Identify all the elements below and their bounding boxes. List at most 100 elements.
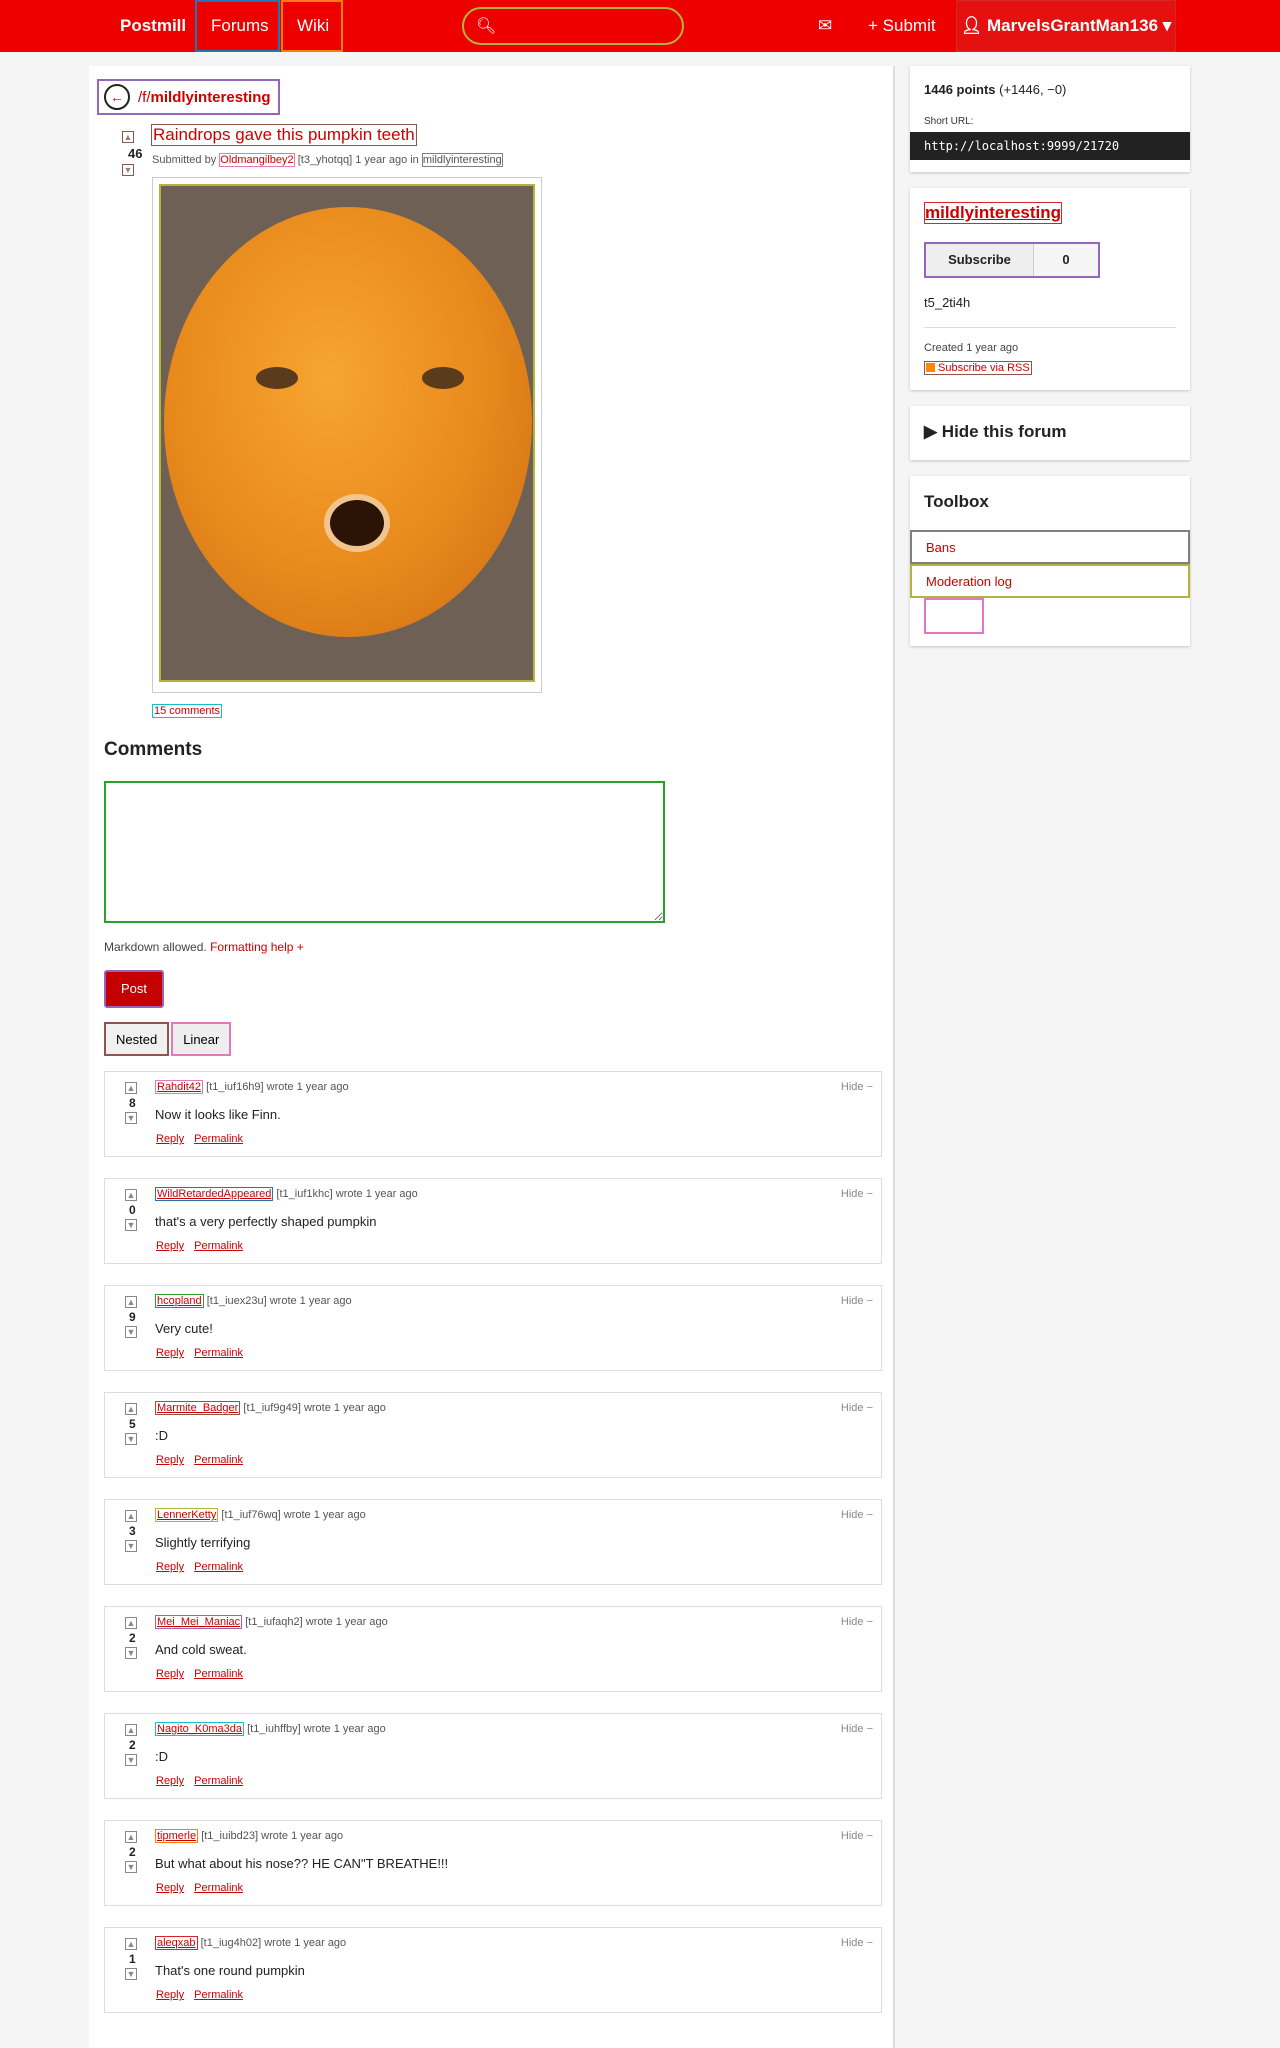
comment-reply-link[interactable]: Reply <box>155 1775 185 1787</box>
post-meta: Submitted by Oldmangilbey2 [t3_yhotqq] 1… <box>152 153 503 167</box>
comment-downvote-icon[interactable]: ▼ <box>125 1647 137 1659</box>
post-title-link[interactable]: Raindrops gave this pumpkin teeth <box>151 124 417 146</box>
hide-forum-toggle[interactable]: ▶ Hide this forum <box>924 422 1066 442</box>
comment-author-link[interactable]: Rahdit42 <box>155 1080 204 1094</box>
comment-hide-link[interactable]: Hide − <box>841 1937 873 1949</box>
bans-link[interactable]: Bans <box>910 530 1190 564</box>
comment-textarea[interactable] <box>104 781 665 923</box>
comment-permalink[interactable]: Permalink <box>193 1347 244 1359</box>
comment-actions: Reply Permalink <box>155 1240 252 1252</box>
moderation-log-link[interactable]: Moderation log <box>910 564 1190 598</box>
nav-wiki-link[interactable]: Wiki <box>281 0 343 52</box>
comment-upvote-icon[interactable]: ▲ <box>125 1831 137 1843</box>
comment-hide-link[interactable]: Hide − <box>841 1509 873 1521</box>
comment-hide-link[interactable]: Hide − <box>841 1402 873 1414</box>
comment-reply-link[interactable]: Reply <box>155 1454 185 1466</box>
user-menu-button[interactable]: 👤︎ MarvelsGrantMan136 ▾ <box>956 0 1176 52</box>
comment-author-link[interactable]: LennerKetty <box>155 1508 219 1522</box>
nav-forums-link[interactable]: Forums <box>195 0 280 52</box>
comment-reply-link[interactable]: Reply <box>155 1347 185 1359</box>
comment: ▲ 9 ▼ hcopland [t1_iuex23u] wrote 1 year ag… <box>104 1285 882 1371</box>
comment-hide-link[interactable]: Hide − <box>841 1295 873 1307</box>
sidebar-forum-link[interactable]: mildlyinteresting <box>924 202 1063 224</box>
comments-count-link[interactable]: 15 comments <box>152 704 223 718</box>
rss-subscribe-link[interactable]: Subscribe via RSS <box>924 361 1032 375</box>
comment-reply-link[interactable]: Reply <box>155 1989 185 2001</box>
comment-hide-link[interactable]: Hide − <box>841 1723 873 1735</box>
plus-icon: + <box>868 16 883 35</box>
comment-downvote-icon[interactable]: ▼ <box>125 1326 137 1338</box>
post-author-link[interactable]: Oldmangilbey2 <box>219 153 295 167</box>
post-image-link[interactable] <box>152 177 542 693</box>
comment-author-link[interactable]: hcopland <box>155 1294 204 1308</box>
comment-downvote-icon[interactable]: ▼ <box>125 1112 137 1124</box>
comment-downvote-icon[interactable]: ▼ <box>125 1540 137 1552</box>
comment-author-link[interactable]: WildRetardedAppeared <box>155 1187 274 1201</box>
comment-upvote-icon[interactable]: ▲ <box>125 1189 137 1201</box>
comment-upvote-icon[interactable]: ▲ <box>125 1403 137 1415</box>
comment-permalink[interactable]: Permalink <box>193 1882 244 1894</box>
comment-meta: WildRetardedAppeared [t1_iuf1khc] wrote … <box>155 1187 418 1201</box>
comment-upvote-icon[interactable]: ▲ <box>125 1296 137 1308</box>
divider <box>924 327 1176 328</box>
forum-breadcrumb[interactable]: ← /f/mildlyinteresting <box>97 79 280 115</box>
pumpkin-shape <box>164 207 532 637</box>
rss-label: Subscribe via RSS <box>938 362 1030 374</box>
comment-reply-link[interactable]: Reply <box>155 1240 185 1252</box>
search-input[interactable]: 🔍︎ <box>462 7 684 45</box>
comment-meta: Rahdit42 [t1_iuf16h9] wrote 1 year ago <box>155 1080 349 1094</box>
comment-downvote-icon[interactable]: ▼ <box>125 1861 137 1873</box>
subscribe-button[interactable]: Subscribe 0 <box>924 242 1100 278</box>
comment-hide-link[interactable]: Hide − <box>841 1188 873 1200</box>
comment-permalink[interactable]: Permalink <box>193 1989 244 2001</box>
comment-hide-link[interactable]: Hide − <box>841 1616 873 1628</box>
short-url-field[interactable]: http://localhost:9999/21720 <box>910 132 1190 160</box>
comment-reply-link[interactable]: Reply <box>155 1882 185 1894</box>
brand-link[interactable]: Postmill <box>120 0 186 52</box>
comment-author-link[interactable]: tipmerle <box>155 1829 199 1843</box>
post-upvote-icon[interactable]: ▲ <box>122 131 134 143</box>
comment-author-link[interactable]: Marmite_Badger <box>155 1401 241 1415</box>
formatting-help-link[interactable]: Formatting help + <box>210 940 304 954</box>
comment-downvote-icon[interactable]: ▼ <box>125 1754 137 1766</box>
comment-meta: Nagito_K0ma3da [t1_iuhffby] wrote 1 year… <box>155 1722 386 1736</box>
comment-reply-link[interactable]: Reply <box>155 1133 185 1145</box>
messages-link[interactable]: ✉ <box>818 0 832 52</box>
comment-author-link[interactable]: Nagito_K0ma3da <box>155 1722 245 1736</box>
comment-upvote-icon[interactable]: ▲ <box>125 1724 137 1736</box>
comment-age: wrote 1 year ago <box>303 1723 386 1735</box>
comment-upvote-icon[interactable]: ▲ <box>125 1617 137 1629</box>
comment-meta: hcopland [t1_iuex23u] wrote 1 year ago <box>155 1294 352 1308</box>
post-forum-link[interactable]: mildlyinteresting <box>421 153 503 167</box>
comment-reply-link[interactable]: Reply <box>155 1561 185 1573</box>
hide-forum-card[interactable]: ▶ Hide this forum <box>910 406 1190 460</box>
comment-permalink[interactable]: Permalink <box>193 1775 244 1787</box>
nested-view-button[interactable]: Nested <box>104 1022 170 1056</box>
comment-actions: Reply Permalink <box>155 1989 252 2001</box>
comment-permalink[interactable]: Permalink <box>193 1454 244 1466</box>
linear-view-button[interactable]: Linear <box>171 1022 232 1056</box>
comment-author-link[interactable]: aleqxab <box>155 1936 198 1950</box>
submit-link[interactable]: + Submit <box>868 0 936 52</box>
comment-downvote-icon[interactable]: ▼ <box>125 1219 137 1231</box>
comment-hide-link[interactable]: Hide − <box>841 1830 873 1842</box>
comment-author-link[interactable]: Mei_Mei_Maniac <box>155 1615 243 1629</box>
post-downvote-icon[interactable]: ▼ <box>122 164 134 176</box>
comment-downvote-icon[interactable]: ▼ <box>125 1968 137 1980</box>
comment-permalink[interactable]: Permalink <box>193 1240 244 1252</box>
comment-hide-link[interactable]: Hide − <box>841 1081 873 1093</box>
comment-upvote-icon[interactable]: ▲ <box>125 1082 137 1094</box>
toolbox-empty-item[interactable] <box>924 598 984 634</box>
comment-downvote-icon[interactable]: ▼ <box>125 1433 137 1445</box>
comment-reply-link[interactable]: Reply <box>155 1668 185 1680</box>
comment-permalink[interactable]: Permalink <box>193 1133 244 1145</box>
comment-upvote-icon[interactable]: ▲ <box>125 1938 137 1950</box>
comment-score: 5 <box>129 1417 136 1431</box>
post-comment-button[interactable]: Post <box>104 970 164 1008</box>
comment-permalink[interactable]: Permalink <box>193 1561 244 1573</box>
post-score: 46 <box>128 146 143 161</box>
comment-meta: aleqxab [t1_iug4h02] wrote 1 year ago <box>155 1936 346 1950</box>
comment-body: :D <box>155 1749 168 1764</box>
comment-upvote-icon[interactable]: ▲ <box>125 1510 137 1522</box>
comment-permalink[interactable]: Permalink <box>193 1668 244 1680</box>
